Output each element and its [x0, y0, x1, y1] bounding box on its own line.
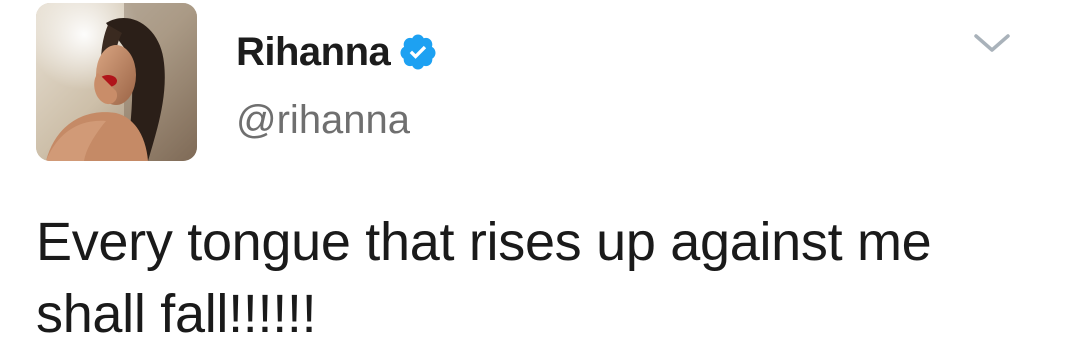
tweet-card: Rihanna @rihanna Every tongue that rises… — [0, 0, 1080, 360]
author-name-row[interactable]: Rihanna — [236, 26, 438, 78]
chevron-down-icon[interactable] — [966, 30, 1018, 58]
avatar[interactable] — [36, 3, 197, 161]
verified-badge-icon — [398, 32, 438, 72]
tweet-text: Every tongue that rises up against me sh… — [36, 206, 1056, 350]
tweet-text-line: shall fall!!!!!! — [36, 284, 317, 344]
profile-photo — [36, 3, 197, 161]
user-handle[interactable]: @rihanna — [236, 98, 410, 143]
display-name[interactable]: Rihanna — [236, 30, 391, 75]
tweet-text-line: Every tongue that rises up against me — [36, 212, 932, 272]
